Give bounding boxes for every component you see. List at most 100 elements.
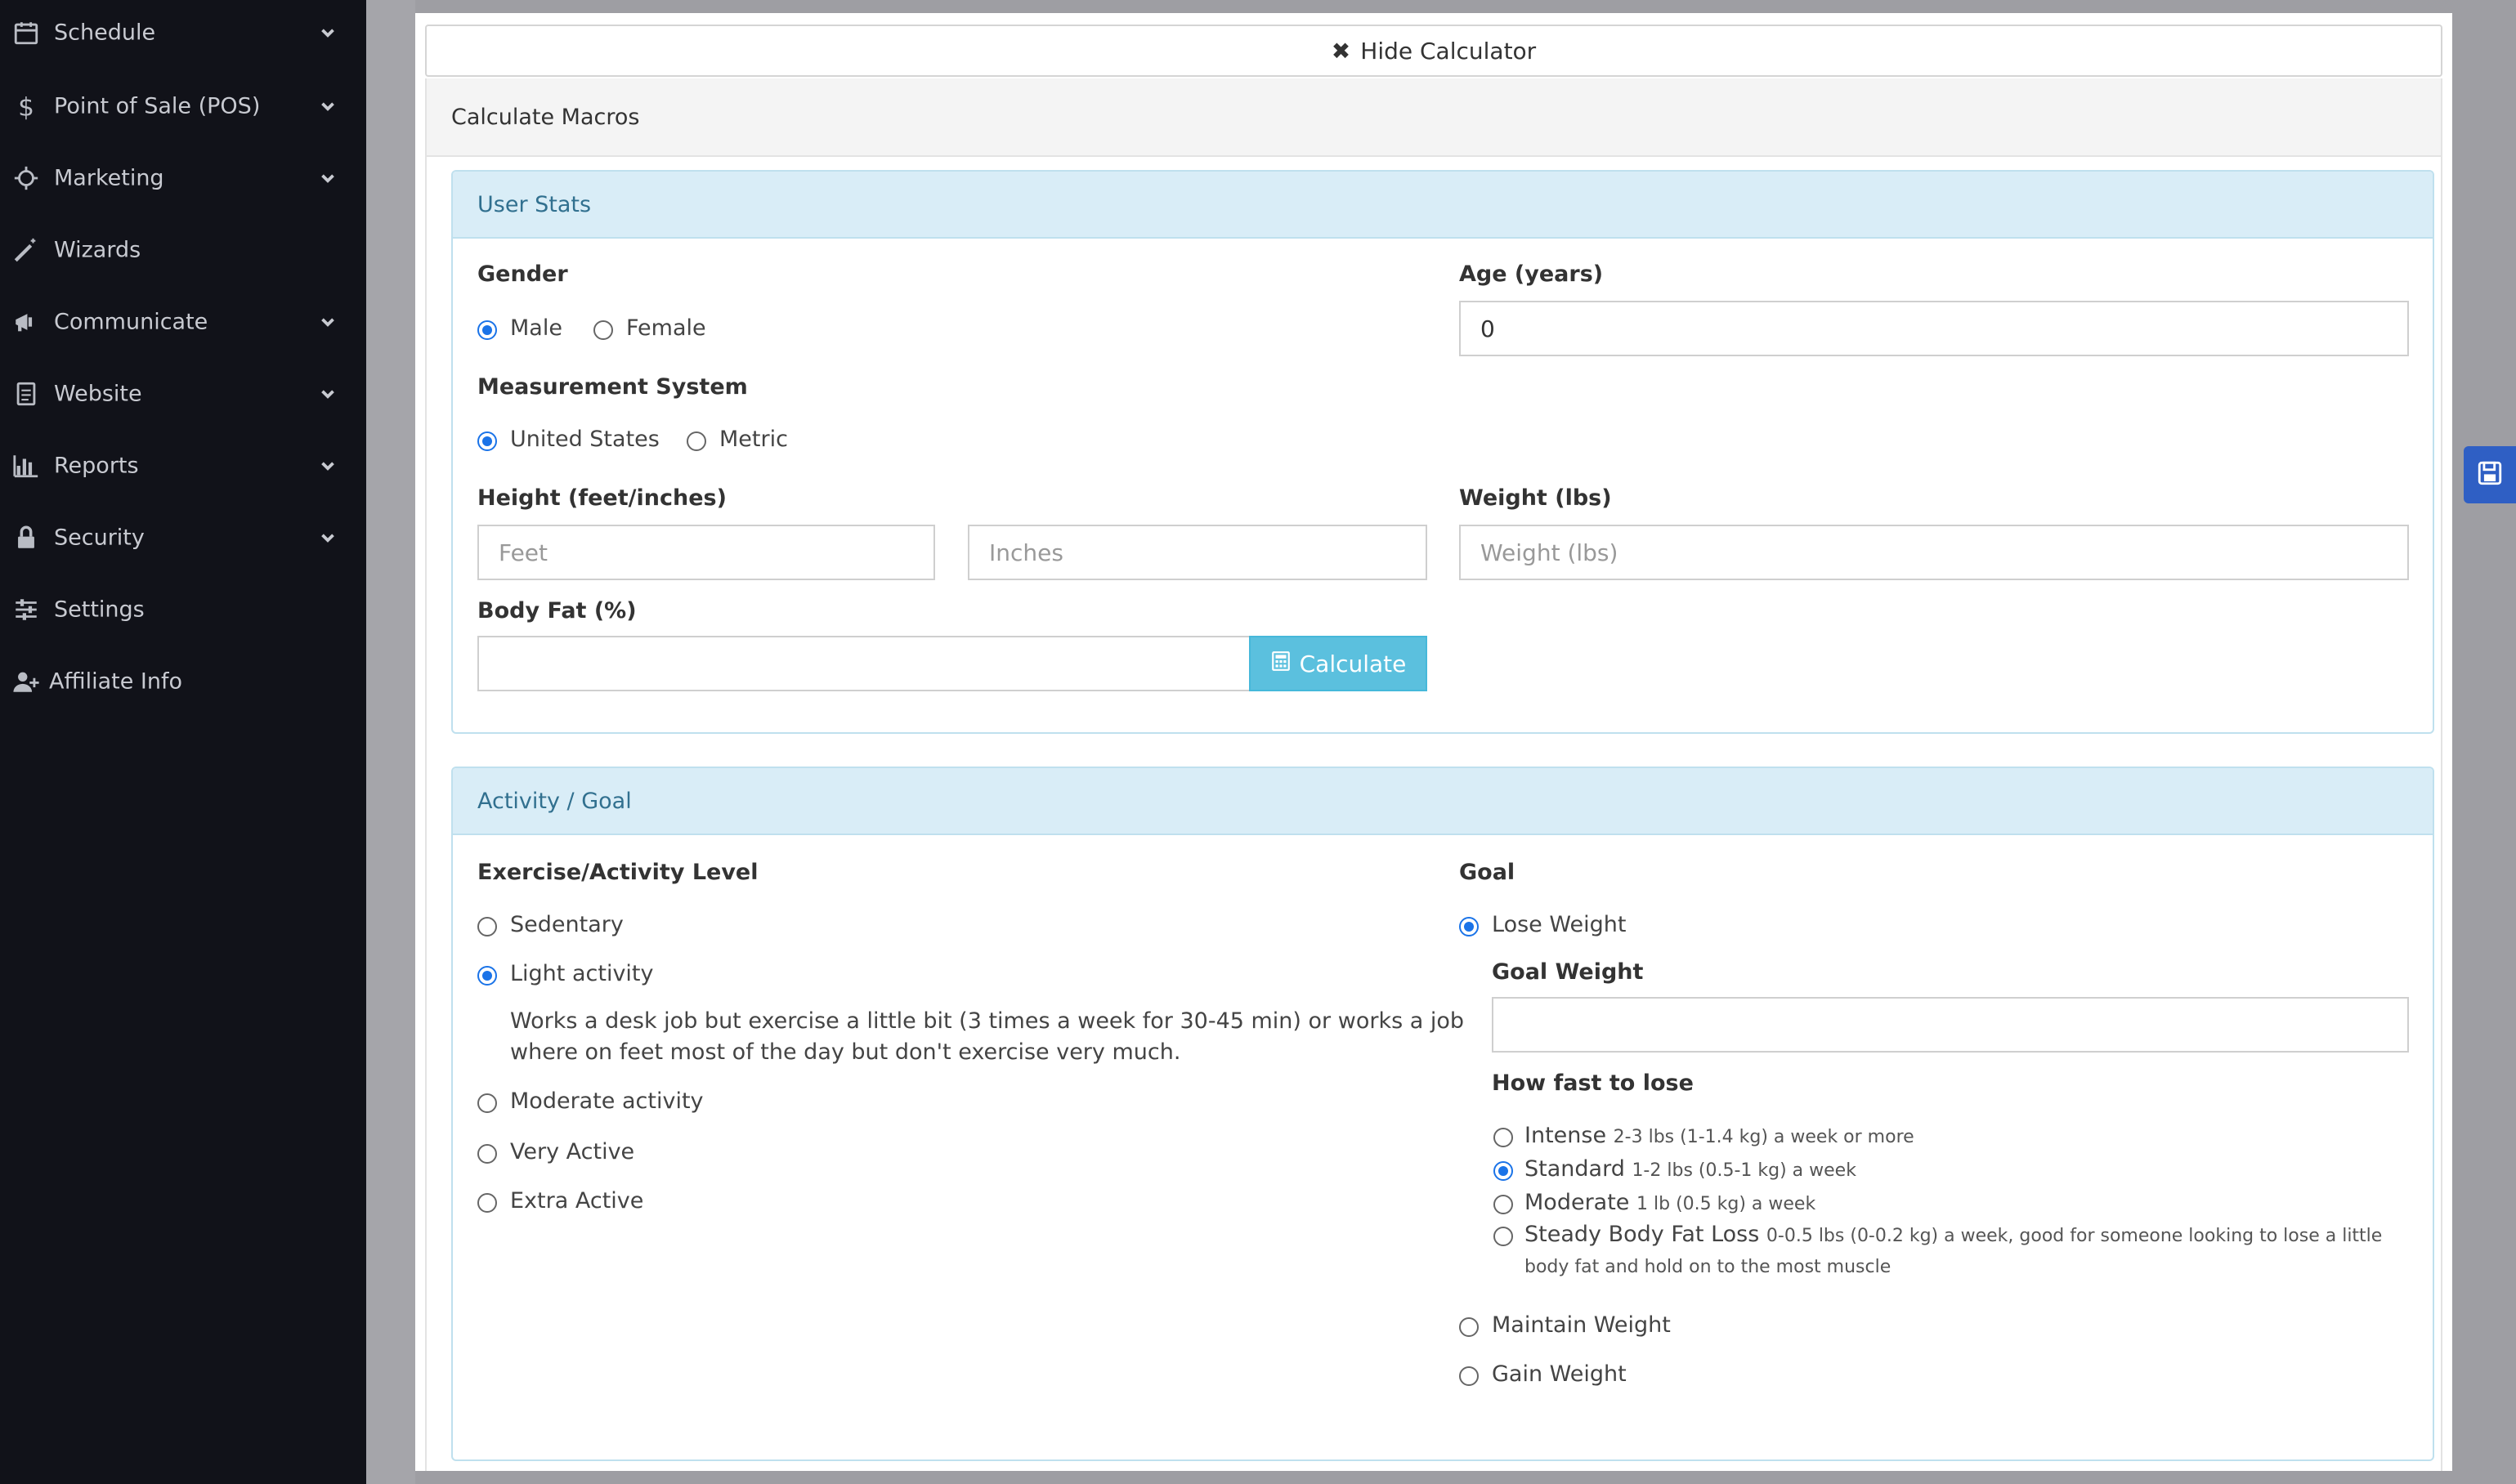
lock-icon bbox=[11, 523, 41, 552]
speed-moderate-option[interactable]: Moderate 1 lb (0.5 kg) a week bbox=[1524, 1190, 1815, 1215]
sidebar-item-settings[interactable]: Settings bbox=[0, 577, 366, 642]
calendar-icon bbox=[11, 18, 41, 47]
speed-moderate-name: Moderate bbox=[1524, 1190, 1630, 1215]
hide-calculator-button[interactable]: ✖ Hide Calculator bbox=[425, 25, 2442, 77]
sidebar-item-label: Security bbox=[54, 525, 145, 551]
gender-male-label[interactable]: Male bbox=[510, 315, 562, 341]
weight-input[interactable]: Weight (lbs) bbox=[1459, 525, 2409, 580]
close-icon: ✖ bbox=[1331, 37, 1351, 65]
speed-moderate-desc: 1 lb (0.5 kg) a week bbox=[1636, 1194, 1816, 1214]
hide-calculator-label: Hide Calculator bbox=[1360, 37, 1537, 65]
measurement-us-label[interactable]: United States bbox=[510, 427, 660, 452]
sidebar-item-label: Website bbox=[54, 381, 142, 407]
speed-standard-radio[interactable] bbox=[1493, 1161, 1513, 1181]
age-label: Age (years) bbox=[1459, 261, 1604, 287]
activity-moderate-label[interactable]: Moderate activity bbox=[510, 1088, 704, 1114]
speed-standard-desc: 1-2 lbs (0.5-1 kg) a week bbox=[1632, 1160, 1856, 1181]
speed-steady-desc-2: body fat and hold on to the most muscle bbox=[1524, 1257, 1891, 1277]
sidebar-item-affiliate-info[interactable]: Affiliate Info bbox=[0, 649, 366, 714]
user-plus-icon bbox=[11, 667, 41, 696]
speed-standard-option[interactable]: Standard 1-2 lbs (0.5-1 kg) a week bbox=[1524, 1156, 1856, 1182]
save-button[interactable] bbox=[2464, 446, 2516, 503]
backdrop bbox=[366, 0, 415, 1484]
speed-intense-option[interactable]: Intense 2-3 lbs (1-1.4 kg) a week or mor… bbox=[1524, 1123, 1914, 1148]
activity-very-active-label[interactable]: Very Active bbox=[510, 1139, 634, 1164]
goal-weight-input[interactable] bbox=[1492, 997, 2409, 1053]
body-fat-input[interactable] bbox=[477, 636, 1251, 691]
chevron-down-icon bbox=[317, 96, 338, 117]
calculate-button[interactable]: Calculate bbox=[1249, 636, 1427, 691]
chevron-down-icon bbox=[317, 22, 338, 43]
sidebar-item-schedule[interactable]: Schedule bbox=[0, 0, 366, 65]
body-fat-label: Body Fat (%) bbox=[477, 598, 637, 624]
gender-male-radio[interactable] bbox=[477, 320, 497, 340]
how-fast-label: How fast to lose bbox=[1492, 1071, 1694, 1096]
sidebar-item-pos[interactable]: $ Point of Sale (POS) bbox=[0, 74, 366, 139]
sidebar-item-website[interactable]: Website bbox=[0, 361, 366, 427]
speed-intense-radio[interactable] bbox=[1493, 1128, 1513, 1147]
activity-extra-active-label[interactable]: Extra Active bbox=[510, 1188, 643, 1214]
sidebar-item-label: Point of Sale (POS) bbox=[54, 93, 261, 119]
activity-light-label[interactable]: Light activity bbox=[510, 961, 654, 986]
activity-very-active-radio[interactable] bbox=[477, 1144, 497, 1164]
sidebar-item-label: Marketing bbox=[54, 165, 164, 191]
activity-goal-heading: Activity / Goal bbox=[453, 768, 2433, 835]
sidebar: Schedule $ Point of Sale (POS) Marketing… bbox=[0, 0, 366, 1484]
sliders-icon bbox=[11, 595, 41, 624]
activity-light-radio[interactable] bbox=[477, 966, 497, 986]
modal-title: Calculate Macros bbox=[425, 78, 2442, 157]
chevron-down-icon bbox=[317, 527, 338, 548]
age-input[interactable]: 0 bbox=[1459, 301, 2409, 356]
goal-gain-label[interactable]: Gain Weight bbox=[1492, 1361, 1627, 1387]
goal-lose-weight-radio[interactable] bbox=[1459, 917, 1479, 936]
sidebar-item-label: Schedule bbox=[54, 20, 156, 46]
dollar-icon: $ bbox=[11, 92, 41, 121]
weight-label: Weight (lbs) bbox=[1459, 485, 1612, 511]
sidebar-item-communicate[interactable]: Communicate bbox=[0, 289, 366, 355]
activity-level-label: Exercise/Activity Level bbox=[477, 860, 759, 885]
gender-female-radio[interactable] bbox=[593, 320, 613, 340]
activity-moderate-radio[interactable] bbox=[477, 1093, 497, 1113]
measurement-metric-radio[interactable] bbox=[687, 431, 706, 451]
speed-moderate-radio[interactable] bbox=[1493, 1195, 1513, 1214]
measurement-system-label: Measurement System bbox=[477, 374, 748, 400]
crosshair-icon bbox=[11, 163, 41, 193]
goal-lose-weight-label[interactable]: Lose Weight bbox=[1492, 912, 1626, 937]
feet-input[interactable]: Feet bbox=[477, 525, 935, 580]
magic-wand-icon bbox=[11, 235, 41, 265]
bar-chart-icon bbox=[11, 451, 41, 481]
gender-label: Gender bbox=[477, 261, 568, 287]
measurement-us-radio[interactable] bbox=[477, 431, 497, 451]
speed-standard-name: Standard bbox=[1524, 1156, 1625, 1182]
goal-maintain-radio[interactable] bbox=[1459, 1317, 1479, 1337]
sidebar-item-label: Communicate bbox=[54, 309, 208, 335]
speed-steady-desc: 0-0.5 lbs (0-0.2 kg) a week, good for so… bbox=[1766, 1226, 2383, 1246]
sidebar-item-label: Wizards bbox=[54, 237, 141, 263]
speed-steady-name: Steady Body Fat Loss bbox=[1524, 1222, 1760, 1247]
calculator-icon bbox=[1270, 650, 1292, 677]
goal-maintain-label[interactable]: Maintain Weight bbox=[1492, 1312, 1671, 1338]
activity-light-description-2: where on feet most of the day but don't … bbox=[510, 1039, 1181, 1065]
measurement-metric-label[interactable]: Metric bbox=[719, 427, 788, 452]
sidebar-item-reports[interactable]: Reports bbox=[0, 433, 366, 498]
activity-sedentary-label[interactable]: Sedentary bbox=[510, 912, 624, 937]
inches-input[interactable]: Inches bbox=[968, 525, 1427, 580]
gender-female-label[interactable]: Female bbox=[626, 315, 706, 341]
goal-gain-radio[interactable] bbox=[1459, 1366, 1479, 1386]
speed-steady-radio[interactable] bbox=[1493, 1227, 1513, 1246]
user-stats-heading: User Stats bbox=[453, 172, 2433, 239]
sidebar-item-security[interactable]: Security bbox=[0, 505, 366, 570]
activity-sedentary-radio[interactable] bbox=[477, 917, 497, 936]
chevron-down-icon bbox=[317, 168, 338, 189]
activity-light-description: Works a desk job but exercise a little b… bbox=[510, 1008, 1465, 1034]
sidebar-item-marketing[interactable]: Marketing bbox=[0, 145, 366, 211]
save-icon bbox=[2476, 459, 2504, 490]
activity-extra-active-radio[interactable] bbox=[477, 1193, 497, 1213]
height-label: Height (feet/inches) bbox=[477, 485, 727, 511]
megaphone-icon bbox=[11, 307, 41, 337]
sidebar-item-wizards[interactable]: Wizards bbox=[0, 217, 366, 283]
sidebar-item-label: Reports bbox=[54, 453, 139, 479]
speed-intense-name: Intense bbox=[1524, 1123, 1607, 1148]
speed-steady-option[interactable]: Steady Body Fat Loss 0-0.5 lbs (0-0.2 kg… bbox=[1524, 1222, 2382, 1247]
chevron-down-icon bbox=[317, 311, 338, 333]
